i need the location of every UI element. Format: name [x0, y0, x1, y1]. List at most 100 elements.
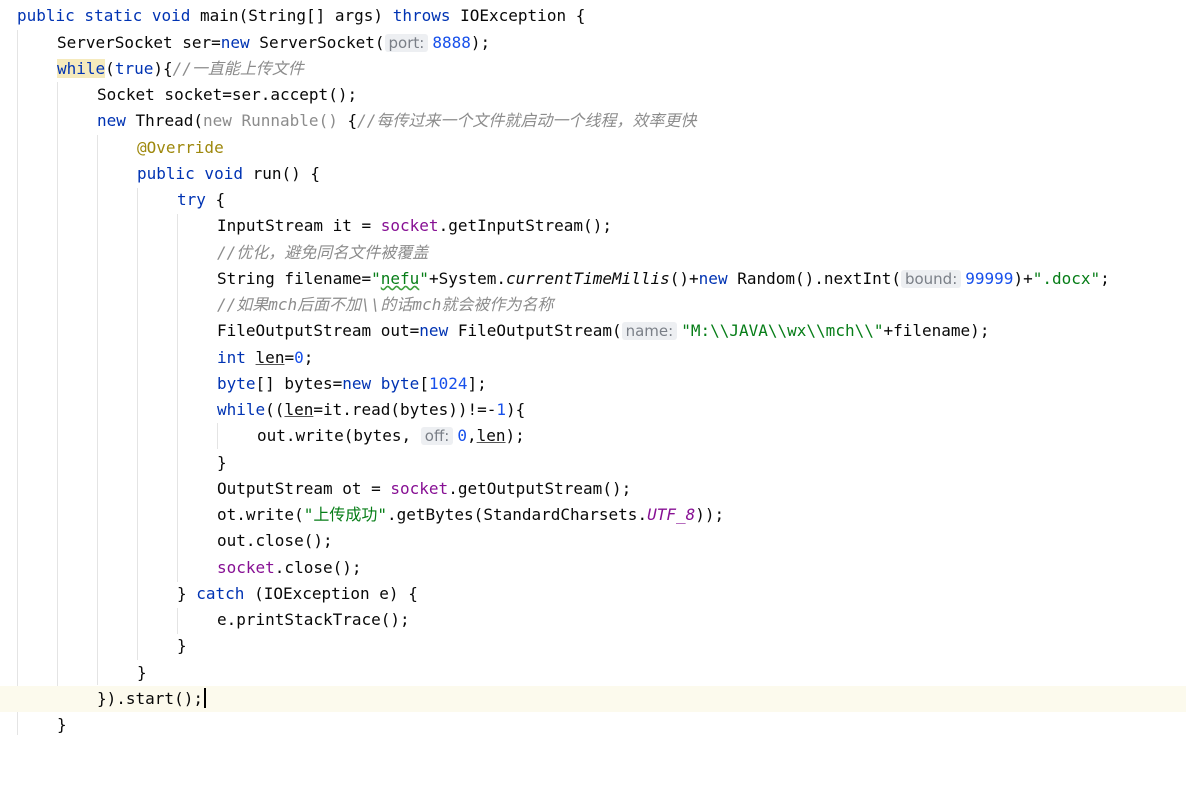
code-line-14[interactable]: int len=0; — [0, 345, 1186, 371]
keyword: new — [419, 321, 449, 340]
code-line-6[interactable]: @Override — [0, 135, 1186, 161]
code-text: (String[] args) — [238, 6, 393, 25]
method-name: run — [252, 164, 282, 183]
code-text: } — [217, 453, 227, 472]
code-text: ]; — [467, 374, 487, 393]
code-text: FileOutputStream out= — [217, 321, 420, 340]
keyword: new — [698, 269, 728, 288]
keyword: while — [217, 400, 266, 419]
code-text: ServerSocket ser= — [57, 33, 221, 52]
code-text: ){ — [506, 400, 526, 419]
number-literal: 99999 — [965, 269, 1014, 288]
keyword: byte — [217, 374, 256, 393]
code-line-9[interactable]: InputStream it = socket.getInputStream()… — [0, 213, 1186, 239]
code-line-28[interactable]: } — [0, 712, 1186, 738]
code-text: ()+ — [669, 269, 699, 288]
code-line-4[interactable]: Socket socket=ser.accept(); — [0, 82, 1186, 108]
code-line-17[interactable]: out.write(bytes, off: 0,len); — [0, 423, 1186, 449]
code-line-20[interactable]: ot.write("上传成功".getBytes(StandardCharset… — [0, 502, 1186, 528]
code-text: InputStream it = — [217, 216, 381, 235]
code-line-24[interactable]: e.printStackTrace(); — [0, 607, 1186, 633]
keyword: int — [217, 348, 246, 367]
code-line-22[interactable]: socket.close(); — [0, 555, 1186, 581]
code-line-12[interactable]: //如果mch后面不加\\的话mch就会被作为名称 — [0, 292, 1186, 318]
code-line-15[interactable]: byte[] bytes=new byte[1024]; — [0, 371, 1186, 397]
keyword: new — [97, 111, 126, 130]
number-literal: 1024 — [428, 374, 468, 393]
code-line-18[interactable]: } — [0, 450, 1186, 476]
code-text: ){ — [153, 59, 173, 78]
string-literal-typo: nefu — [380, 269, 420, 288]
static-method: currentTimeMillis — [506, 269, 670, 288]
code-line-7[interactable]: public void run() { — [0, 161, 1186, 187]
code-text: FileOutputStream( — [448, 321, 622, 340]
code-text: +System. — [428, 269, 506, 288]
code-text: out.write(bytes, — [257, 426, 421, 445]
code-text: .getOutputStream(); — [448, 479, 632, 498]
code-text: ; — [303, 348, 314, 367]
field-reference: socket — [380, 216, 439, 235]
code-line-19[interactable]: OutputStream ot = socket.getOutputStream… — [0, 476, 1186, 502]
reassigned-variable: len — [255, 348, 285, 367]
method-name: main — [200, 6, 239, 25]
code-text: = — [284, 348, 295, 367]
string-literal: " — [371, 269, 381, 288]
annotation: @Override — [137, 138, 224, 157]
keyword: public void — [137, 164, 253, 183]
code-comment: //一直能上传文件 — [172, 59, 304, 78]
reassigned-variable: len — [476, 426, 506, 445]
keyword: try — [177, 190, 206, 209]
code-text: } — [177, 636, 187, 655]
code-line-23[interactable]: } catch (IOException e) { — [0, 581, 1186, 607]
keyword: new — [342, 374, 372, 393]
code-text: Socket socket=ser.accept(); — [97, 85, 358, 104]
number-literal: 0 — [294, 348, 304, 367]
keyword: new — [220, 33, 250, 52]
reassigned-variable: len — [284, 400, 314, 419]
code-text: (( — [265, 400, 285, 419]
code-text: Thread( — [125, 111, 203, 130]
string-literal: "上传成功" — [303, 505, 387, 524]
code-text: )+ — [1013, 269, 1033, 288]
code-line-25[interactable]: } — [0, 633, 1186, 659]
code-line-26[interactable]: } — [0, 660, 1186, 686]
code-text: , — [466, 426, 477, 445]
code-text: () { — [281, 164, 321, 183]
code-text: .close(); — [274, 558, 362, 577]
folded-anonymous-class: new Runnable() — [202, 111, 348, 130]
code-text: ( — [105, 59, 115, 78]
code-line-5[interactable]: new Thread(new Runnable() {//每传过来一个文件就启动… — [0, 108, 1186, 134]
code-line-3[interactable]: while(true){//一直能上传文件 — [0, 56, 1186, 82]
code-text: out.close(); — [217, 531, 333, 550]
parameter-hint: off: — [420, 427, 454, 445]
code-line-2[interactable]: ServerSocket ser=new ServerSocket(port: 8… — [0, 30, 1186, 56]
code-text: } — [177, 584, 197, 603]
code-text: { — [205, 190, 226, 209]
code-text: } — [57, 715, 67, 734]
code-line-11[interactable]: String filename="nefu"+System.currentTim… — [0, 266, 1186, 292]
code-text: .getBytes(StandardCharsets. — [386, 505, 648, 524]
code-text: ; — [1100, 269, 1110, 288]
keyword: while — [57, 59, 106, 78]
code-text: ); — [470, 33, 491, 52]
code-line-8[interactable]: try { — [0, 187, 1186, 213]
code-line-1[interactable]: public static void main(String[] args) t… — [0, 3, 1186, 29]
number-literal: 0 — [457, 426, 467, 445]
code-text: { — [347, 111, 358, 130]
keyword: true — [114, 59, 154, 78]
code-text: Random().nextInt( — [727, 269, 901, 288]
code-line-10[interactable]: //优化，避免同名文件被覆盖 — [0, 240, 1186, 266]
code-editor[interactable]: public static void main(String[] args) t… — [0, 0, 1186, 738]
code-text: =it.read(bytes))!=- — [313, 400, 497, 419]
code-line-21[interactable]: out.close(); — [0, 528, 1186, 554]
number-literal: 8888 — [432, 33, 471, 52]
code-line-16[interactable]: while((len=it.read(bytes))!=-1){ — [0, 397, 1186, 423]
field-reference: socket — [390, 479, 449, 498]
code-text: }).start(); — [97, 689, 203, 708]
code-line-13[interactable]: FileOutputStream out=new FileOutputStrea… — [0, 318, 1186, 344]
code-text: ServerSocket( — [249, 33, 385, 52]
keyword: byte — [380, 374, 420, 393]
static-field: UTF_8 — [647, 505, 696, 524]
code-line-27-current[interactable]: }).start(); — [0, 686, 1186, 712]
